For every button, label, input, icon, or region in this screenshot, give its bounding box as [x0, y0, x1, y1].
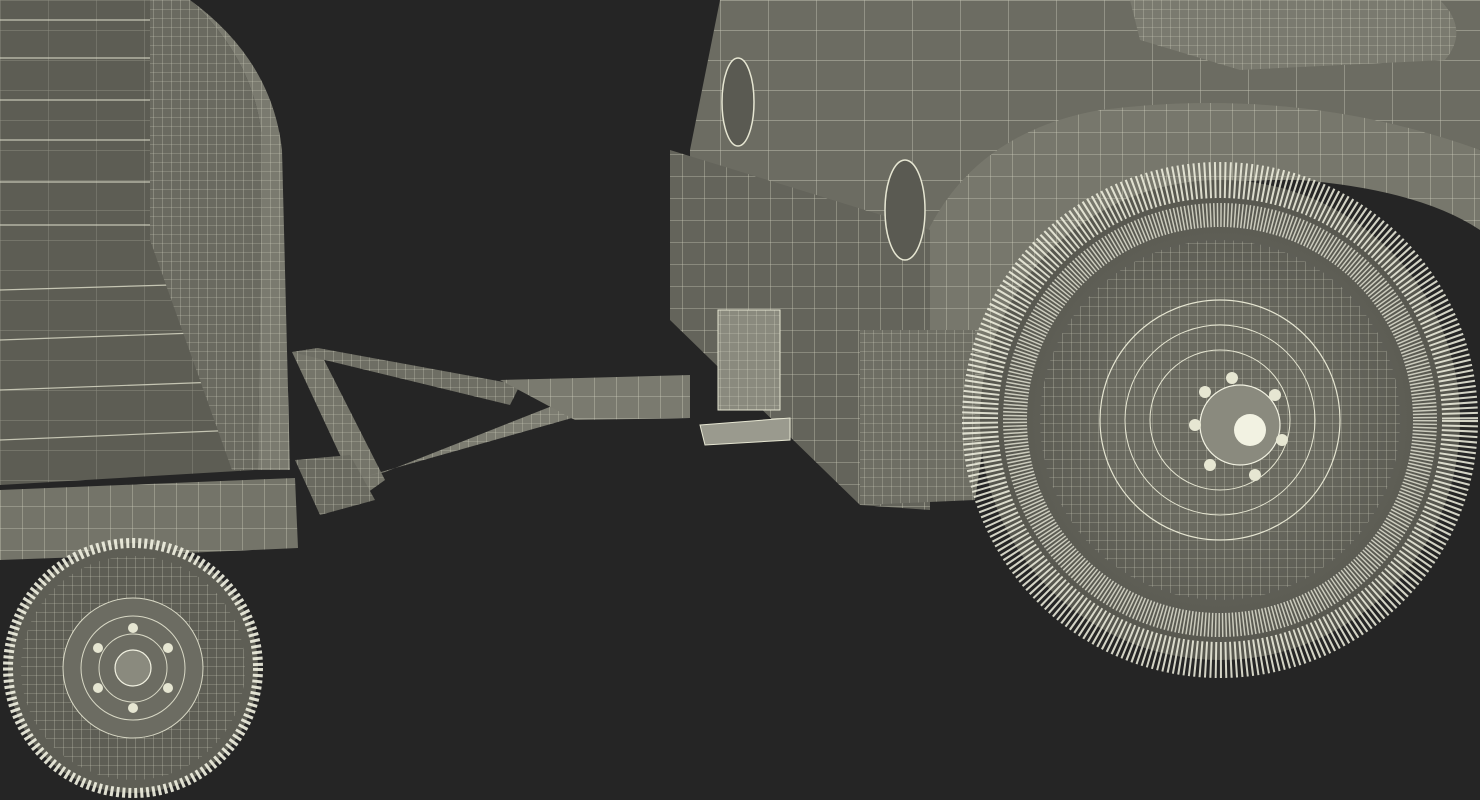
wireframe-scene: [0, 0, 1480, 800]
tractor-wheel: [962, 162, 1478, 678]
headlight-right: [884, 159, 926, 261]
cart-wheel: [3, 538, 263, 798]
headlight-left: [721, 57, 755, 147]
